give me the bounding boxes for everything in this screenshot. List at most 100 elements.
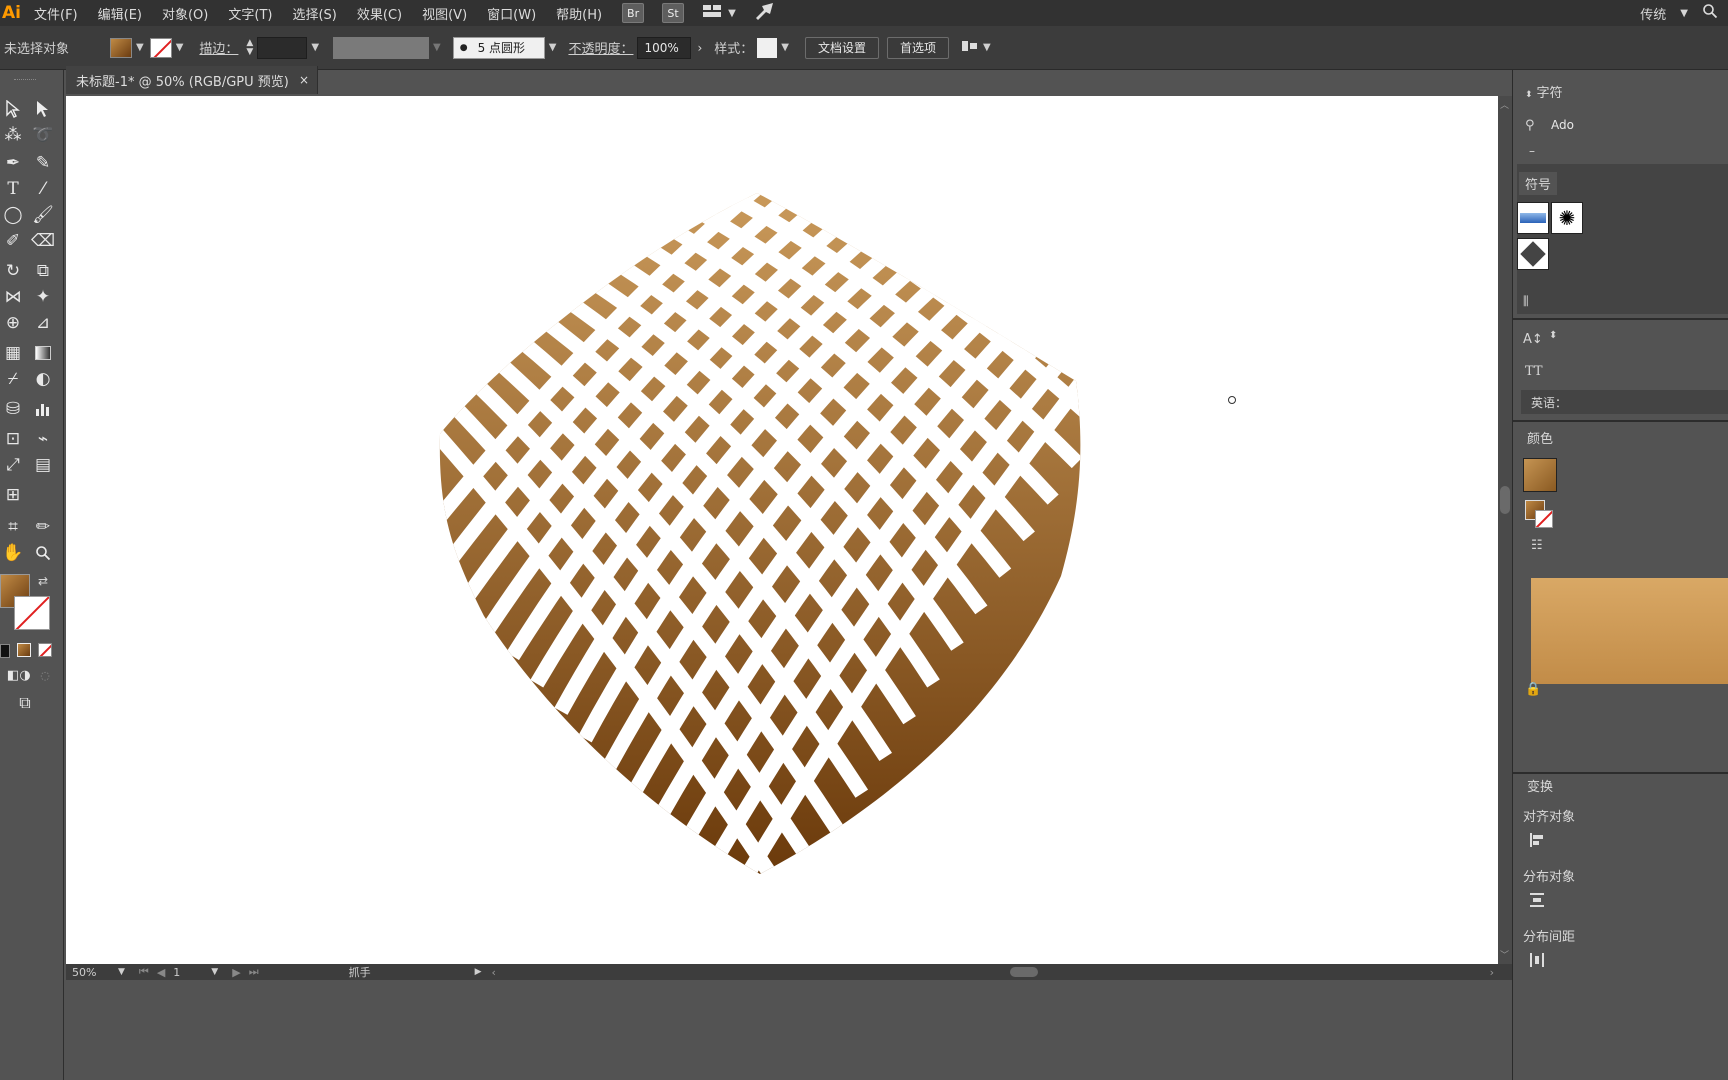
preferences-button[interactable]: 首选项: [887, 36, 950, 59]
mesh-tool-icon[interactable]: ▦: [0, 340, 26, 366]
chevron-down-icon[interactable]: ▼: [176, 42, 184, 53]
type-tool-icon[interactable]: T: [0, 176, 26, 202]
puppet-warp-icon[interactable]: ✦: [30, 284, 56, 310]
magic-wand-icon[interactable]: ⁂: [0, 122, 26, 148]
artboard-canvas[interactable]: [66, 96, 1498, 964]
direct-selection-tool-icon[interactable]: [30, 96, 56, 122]
color-panel-title[interactable]: 颜色: [1527, 428, 1553, 447]
panel-grip[interactable]: [14, 79, 36, 82]
menu-effect[interactable]: 效果(C): [357, 4, 402, 23]
chevron-down-icon[interactable]: ▼: [983, 42, 991, 53]
chevron-down-icon[interactable]: ▼: [246, 47, 253, 57]
vertical-scrollbar[interactable]: ︿ ﹀: [1498, 96, 1512, 964]
column-graph-icon[interactable]: [30, 396, 56, 422]
document-setup-button[interactable]: 文档设置: [805, 36, 880, 59]
menu-object[interactable]: 对象(O): [162, 4, 208, 23]
arrange-documents-icon[interactable]: [702, 4, 722, 22]
font-family-field[interactable]: Ado: [1551, 118, 1574, 132]
perspective-grid-icon[interactable]: ⊿: [30, 310, 56, 336]
horizontal-scrollbar-thumb[interactable]: [1010, 967, 1038, 977]
chevron-down-icon[interactable]: ▼: [1680, 8, 1688, 19]
scroll-up-icon[interactable]: ︿: [1500, 98, 1509, 111]
stepper-icon[interactable]: ⬍: [1549, 330, 1557, 341]
character-panel-title[interactable]: ⬍ 字符: [1525, 82, 1563, 101]
screen-mode-icon[interactable]: ⧉: [12, 690, 38, 716]
first-artboard-icon[interactable]: ⏮: [139, 965, 149, 979]
symbol-sprayer-icon[interactable]: ⛁: [0, 396, 26, 422]
status-menu-arrow-icon[interactable]: ▶: [475, 967, 482, 977]
all-caps-label[interactable]: TT: [1525, 364, 1543, 379]
color-guide-icon[interactable]: ☷: [1531, 538, 1543, 553]
distribute-spacing-icon[interactable]: [1529, 952, 1545, 972]
artboard-number-field[interactable]: 1: [173, 966, 211, 979]
line-segment-icon[interactable]: ⁄: [30, 176, 56, 202]
chevron-down-icon[interactable]: ▼: [781, 42, 789, 53]
symbol-blue-banner[interactable]: [1517, 202, 1549, 234]
symbol-splatter[interactable]: ✺: [1551, 202, 1583, 234]
variable-width-profile[interactable]: [333, 36, 430, 59]
rotate-tool-icon[interactable]: ↻: [0, 258, 26, 284]
zoom-level-field[interactable]: 50%: [66, 966, 118, 979]
stroke-color-box[interactable]: [14, 596, 50, 630]
chevron-down-icon[interactable]: ▼: [118, 967, 125, 977]
last-artboard-icon[interactable]: ⏭: [249, 965, 259, 979]
menu-select[interactable]: 选择(S): [292, 4, 336, 23]
align-left-icon[interactable]: [1529, 832, 1545, 852]
gradient-tool-icon[interactable]: [30, 340, 56, 366]
panel-stroke-swatch[interactable]: [1535, 510, 1553, 528]
slice-tool-icon[interactable]: ⌁: [30, 426, 56, 452]
stroke-label[interactable]: 描边：: [199, 38, 238, 57]
menu-window[interactable]: 窗口(W): [487, 4, 536, 23]
artboard-tool-icon[interactable]: ⊡: [0, 426, 26, 452]
previous-artboard-icon[interactable]: ◀: [157, 966, 165, 979]
draw-behind-icon[interactable]: ◌: [32, 662, 58, 688]
menu-type[interactable]: 文字(T): [228, 4, 272, 23]
language-select[interactable]: 英语：: [1521, 390, 1728, 414]
menu-help[interactable]: 帮助(H): [556, 4, 602, 23]
close-icon[interactable]: ×: [299, 73, 309, 87]
menu-view[interactable]: 视图(V): [422, 4, 467, 23]
next-artboard-icon[interactable]: ▶: [232, 966, 240, 979]
bridge-button[interactable]: Br: [622, 3, 645, 23]
ellipse-tool-icon[interactable]: ◯: [0, 202, 26, 228]
stock-button[interactable]: St: [662, 3, 685, 23]
menu-file[interactable]: 文件(F): [34, 4, 78, 23]
width-tool-icon[interactable]: ⋈: [0, 284, 26, 310]
lasso-icon[interactable]: ➰: [30, 122, 56, 148]
workspace-switcher[interactable]: 传统: [1640, 4, 1666, 23]
color-mode-color-icon[interactable]: [0, 644, 10, 658]
align-to-icon[interactable]: [961, 38, 979, 58]
pen-tool-icon[interactable]: ✒: [0, 150, 26, 176]
scroll-right-icon[interactable]: ›: [1490, 966, 1494, 979]
shaper-tool-icon[interactable]: ✐: [0, 228, 26, 254]
pencil-icon[interactable]: ✏: [30, 514, 56, 540]
chevron-down-icon[interactable]: ▼: [728, 8, 736, 19]
print-tiling-icon[interactable]: ⊞: [0, 482, 26, 508]
selection-tool-icon[interactable]: [0, 96, 26, 122]
search-icon[interactable]: [1702, 3, 1718, 23]
hand-tool-icon[interactable]: ✋: [0, 540, 26, 566]
curvature-tool-icon[interactable]: ✎: [30, 150, 56, 176]
zoom-tool-icon[interactable]: [30, 540, 56, 566]
stroke-weight-stepper[interactable]: ▲ ▼: [246, 38, 253, 57]
document-tab[interactable]: 未标题-1* @ 50% (RGB/GPU 预览) ×: [66, 66, 318, 94]
stroke-swatch[interactable]: [149, 37, 172, 58]
opacity-field[interactable]: 100%: [637, 36, 692, 59]
ruler-tool-icon[interactable]: ▤: [30, 452, 56, 478]
scroll-down-icon[interactable]: ﹀: [1500, 948, 1509, 961]
color-ramp[interactable]: [1531, 578, 1728, 684]
distribute-vertical-icon[interactable]: [1529, 892, 1545, 912]
graphic-style-swatch[interactable]: [757, 37, 778, 58]
scale-tool-icon[interactable]: ⧉: [30, 258, 56, 284]
eyedropper-icon[interactable]: ⌿: [0, 366, 26, 392]
transform-panel-title[interactable]: 变换: [1527, 776, 1553, 795]
lock-icon[interactable]: 🔒: [1525, 682, 1541, 697]
symbol-diamond-pattern[interactable]: [1517, 238, 1549, 270]
chevron-down-icon[interactable]: ▼: [136, 42, 144, 53]
eraser-icon[interactable]: ⌫: [30, 228, 56, 254]
color-mode-gradient-icon[interactable]: [17, 643, 31, 657]
color-preview-swatch[interactable]: [1523, 458, 1557, 492]
shape-builder-icon[interactable]: ⊕: [0, 310, 26, 336]
stroke-weight-field[interactable]: [257, 36, 308, 59]
scroll-left-icon[interactable]: ‹: [492, 966, 496, 979]
